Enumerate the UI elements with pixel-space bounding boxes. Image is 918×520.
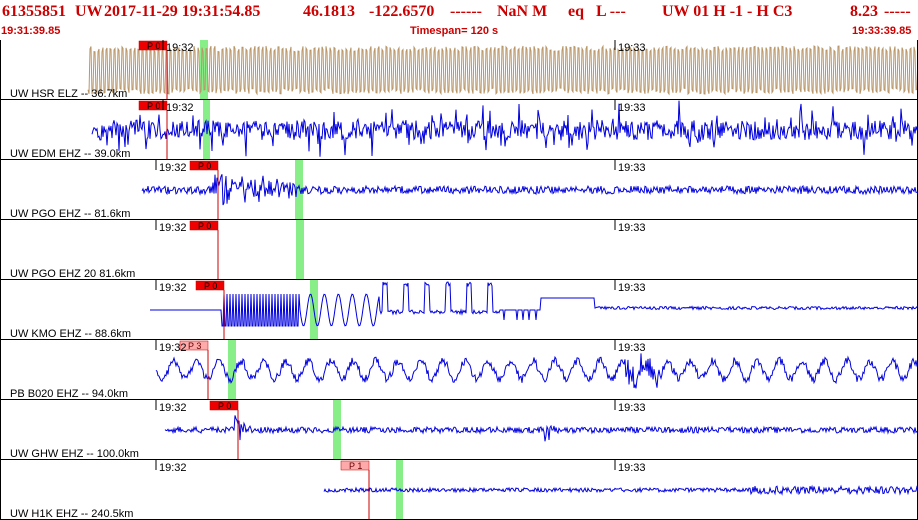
channel-panel[interactable]: P 0 19:32 19:33 UW PGO EHZ -- 81.6km — [0, 160, 918, 220]
phase-pick-label: P 3 — [188, 341, 201, 351]
minute-tick-label: 19:32 — [159, 462, 187, 474]
channel-panel[interactable]: P 0 19:32 19:33 UW PGO EHZ 20 81.6km — [0, 220, 918, 280]
waveform-trace — [141, 174, 918, 206]
magnitude: NaN M — [497, 3, 548, 20]
minute-tick-label: 19:32 — [159, 342, 187, 354]
channel-label: UW PGO EHZ 20 81.6km — [10, 268, 135, 280]
minute-tick-label: 19:32 — [159, 402, 187, 414]
phase-pick-label: P 0 — [198, 221, 211, 231]
event-subtype: L --- — [596, 3, 626, 20]
start-time: 19:31:39.85 — [1, 25, 61, 37]
channel-label: PB B020 EHZ -- 94.0km — [10, 388, 128, 400]
end-time: 19:33:39.85 — [852, 25, 912, 37]
minute-tick-label: 19:33 — [618, 462, 646, 474]
arrival-marker — [296, 220, 304, 280]
minute-tick-label: 19:33 — [618, 402, 646, 414]
phase-pick-label: P 0 — [147, 41, 160, 51]
channel-label: UW KMO EHZ -- 88.6km — [10, 328, 131, 340]
phase-pick-label: P 1 — [349, 461, 362, 471]
minute-tick-label: 19:33 — [618, 342, 646, 354]
channel-panel[interactable]: P 1 19:32 19:33 UW H1K EHZ -- 240.5km — [0, 460, 918, 520]
channel-panel[interactable]: P 0 19:32 19:33 UW EDM EHZ -- 39.0km — [0, 100, 918, 160]
channel-label: UW H1K EHZ -- 240.5km — [10, 508, 133, 520]
timespan-bar: 19:31:39.85 Timespan= 120 s 19:33:39.85 — [0, 25, 918, 39]
waveform-trace — [150, 281, 918, 327]
seismogram-panel[interactable]: P 0 19:32 19:33 UW HSR ELZ -- 36.7km P 0 19:3… — [0, 40, 918, 520]
minute-tick-label: 19:32 — [159, 222, 187, 234]
waveform-trace — [155, 353, 918, 389]
channel-label: UW GHW EHZ -- 100.0km — [10, 448, 139, 460]
header-dashes-end: ----- — [884, 3, 911, 20]
waveform-trace — [164, 415, 918, 442]
waveform-trace — [87, 44, 918, 96]
origin-time: 2017-11-29 19:31:54.85 — [104, 3, 261, 20]
header-dashes: ------ — [450, 3, 482, 20]
event-summary-header: 61355851 UW 2017-11-29 19:31:54.85 46.18… — [0, 0, 918, 24]
phase-pick-label: P 0 — [147, 101, 160, 111]
channel-label: UW EDM EHZ -- 39.0km — [10, 148, 130, 160]
solution-info: UW 01 H -1 - H C3 — [662, 3, 793, 20]
waveform-trace — [323, 484, 918, 496]
minute-tick-label: 19:33 — [618, 282, 646, 294]
longitude: -122.6570 — [369, 3, 435, 20]
channel-panel[interactable]: P 0 19:32 19:33 UW KMO EHZ -- 88.6km — [0, 280, 918, 340]
channel-panel[interactable]: P 0 19:32 19:33 UW HSR ELZ -- 36.7km — [0, 40, 918, 100]
minute-tick-label: 19:32 — [166, 102, 194, 114]
event-id: 61355851 — [2, 3, 66, 20]
minute-tick-label: 19:32 — [159, 162, 187, 174]
phase-pick-label: P 0 — [204, 281, 217, 291]
channel-panel[interactable]: P 319:32 19:33 PB B020 EHZ -- 94.0km — [0, 340, 918, 400]
minute-tick-label: 19:33 — [618, 42, 646, 54]
minute-tick-label: 19:33 — [618, 222, 646, 234]
phase-pick-label: P 0 — [198, 161, 211, 171]
minute-tick-label: 19:33 — [618, 102, 646, 114]
phase-pick-label: P 0 — [218, 401, 231, 411]
channel-label: UW PGO EHZ -- 81.6km — [10, 208, 130, 220]
latitude: 46.1813 — [303, 3, 355, 20]
timespan-label: Timespan= 120 s — [410, 25, 499, 37]
channel-panel[interactable]: P 0 19:32 19:33 UW GHW EHZ -- 100.0km — [0, 400, 918, 460]
minute-tick-label: 19:33 — [618, 162, 646, 174]
waveform-trace — [91, 100, 918, 157]
header-value: 8.23 — [850, 3, 878, 20]
network-code: UW — [75, 3, 103, 20]
channel-label: UW HSR ELZ -- 36.7km — [10, 88, 127, 100]
minute-tick-label: 19:32 — [166, 42, 194, 54]
minute-tick-label: 19:32 — [159, 282, 187, 294]
event-type: eq — [568, 3, 584, 20]
